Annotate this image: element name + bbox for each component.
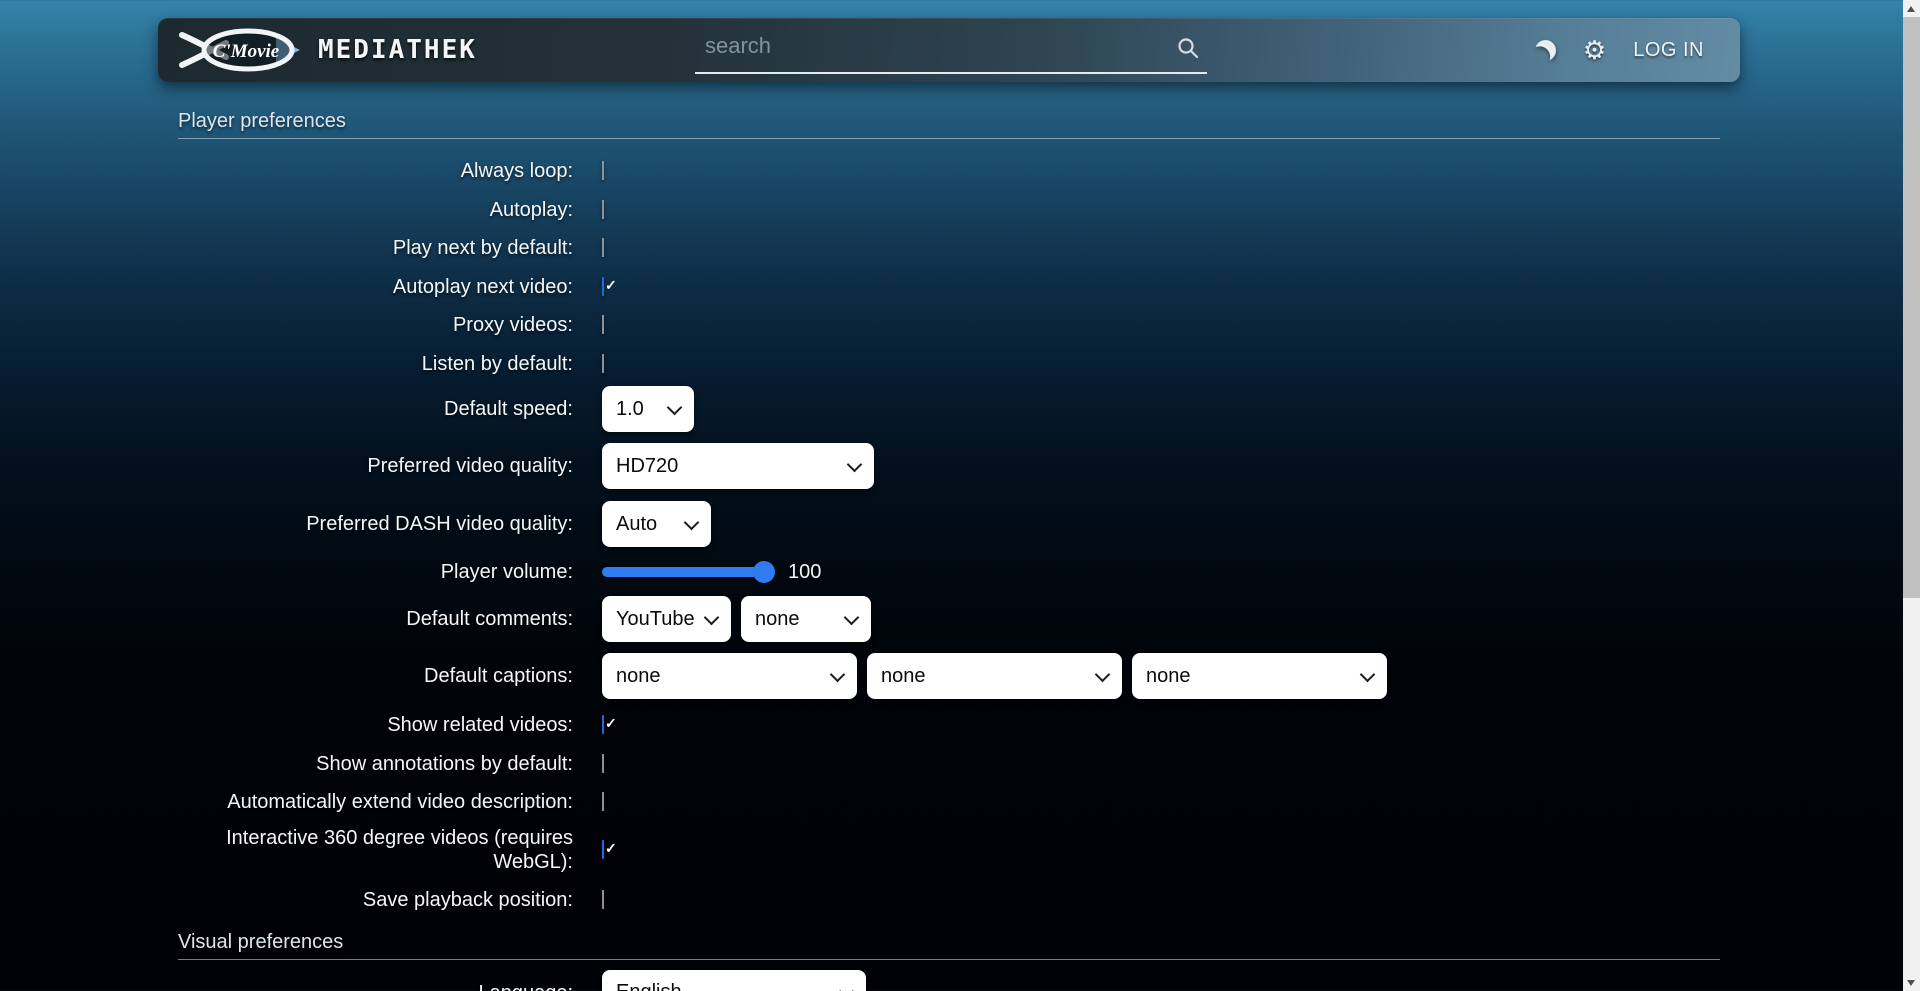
preferred-dash-quality-value: Auto [616,513,657,536]
play-next-label: Play next by default: [178,236,573,260]
save-playback-position-checkbox[interactable] [602,890,604,909]
default-comments-label: Default comments: [178,607,573,631]
row-player-volume: Player volume: 100 [178,549,1720,595]
row-preferred-dash-quality: Preferred DASH video quality: Auto [178,501,1720,547]
fish-logo-icon: C'Movie [178,26,302,74]
preferences-page: Player preferences Always loop: Autoplay… [178,110,1720,991]
default-captions-value-2: none [881,665,926,688]
default-captions-label: Default captions: [178,664,573,688]
show-annotations-checkbox[interactable] [602,754,604,773]
preferred-dash-quality-label: Preferred DASH video quality: [178,512,573,536]
autoplay-checkbox[interactable] [602,200,604,219]
scroll-up-arrow-icon [1907,6,1915,12]
login-button[interactable]: LOG IN [1633,39,1704,62]
player-volume-value: 100 [788,561,821,584]
preferred-dash-quality-select[interactable]: Auto [602,501,711,547]
row-proxy-videos: Proxy videos: [178,306,1720,345]
row-play-next: Play next by default: [178,229,1720,268]
play-next-checkbox[interactable] [602,238,604,257]
preferred-video-quality-select[interactable]: HD720 [602,443,874,489]
show-related-videos-label: Show related videos: [178,713,573,737]
preferred-video-quality-label: Preferred video quality: [178,454,573,478]
always-loop-label: Always loop: [178,159,573,183]
settings-gear-icon[interactable]: ⚙ [1583,37,1606,63]
search-icon[interactable] [1175,36,1201,62]
default-speed-select[interactable]: 1.0 [602,386,694,432]
player-volume-slider[interactable] [602,567,774,577]
show-related-videos-checkbox[interactable] [602,715,604,734]
player-volume-slider-thumb[interactable] [753,561,775,583]
app-title: MEDIATHEK [318,35,477,65]
logo-text: C'Movie [213,41,280,62]
row-default-comments: Default comments: YouTube none [178,596,1720,642]
row-language: Language: English [178,970,1720,991]
row-listen-by-default: Listen by default: [178,345,1720,384]
section-title-visual-preferences: Visual preferences [178,931,1720,960]
language-label: Language: [178,981,573,991]
default-speed-value: 1.0 [616,398,644,421]
default-speed-label: Default speed: [178,397,573,421]
row-save-playback-position: Save playback position: [178,881,1720,920]
row-default-captions: Default captions: none none none [178,653,1720,699]
row-preferred-video-quality: Preferred video quality: HD720 [178,443,1720,489]
save-playback-position-label: Save playback position: [178,888,573,912]
row-extend-description: Automatically extend video description: [178,783,1720,822]
default-comments-value-2: none [755,608,800,631]
interactive-360-label: Interactive 360 degree videos (requires … [178,826,573,874]
default-captions-select-1[interactable]: none [602,653,857,699]
row-always-loop: Always loop: [178,152,1720,191]
default-captions-value-3: none [1146,665,1191,688]
scroll-down-arrow-icon [1907,980,1915,986]
section-title-player-preferences: Player preferences [178,110,1720,139]
player-preferences-form: Always loop: Autoplay: Play next by defa… [178,152,1720,920]
search-input[interactable] [695,26,1207,74]
interactive-360-checkbox[interactable] [602,840,604,859]
dark-mode-moon-icon[interactable] [1533,38,1558,63]
listen-by-default-checkbox[interactable] [602,354,604,373]
row-default-speed: Default speed: 1.0 [178,386,1720,432]
scrollbar-thumb[interactable] [1903,17,1920,598]
header-actions: ⚙ LOG IN [1535,37,1740,63]
autoplay-label: Autoplay: [178,198,573,222]
row-show-annotations: Show annotations by default: [178,745,1720,784]
brand-logo[interactable]: C'Movie MEDIATHEK [178,26,477,74]
default-captions-select-2[interactable]: none [867,653,1122,699]
default-captions-value-1: none [616,665,661,688]
preferred-video-quality-value: HD720 [616,455,678,478]
listen-by-default-label: Listen by default: [178,352,573,376]
language-value: English [616,981,682,991]
search-bar [695,26,1207,74]
vertical-scrollbar[interactable] [1903,0,1920,991]
row-autoplay: Autoplay: [178,191,1720,230]
scrollbar-down-button[interactable] [1903,974,1920,991]
extend-description-checkbox[interactable] [602,792,604,811]
default-captions-select-3[interactable]: none [1132,653,1387,699]
proxy-videos-label: Proxy videos: [178,313,573,337]
default-comments-value-1: YouTube [616,608,695,631]
row-interactive-360: Interactive 360 degree videos (requires … [178,826,1720,874]
default-comments-select-2[interactable]: none [741,596,871,642]
language-select[interactable]: English [602,970,866,991]
always-loop-checkbox[interactable] [602,161,604,180]
extend-description-label: Automatically extend video description: [178,790,573,814]
proxy-videos-checkbox[interactable] [602,315,604,334]
autoplay-next-video-label: Autoplay next video: [178,275,573,299]
top-navbar: C'Movie MEDIATHEK ⚙ LOG IN [158,18,1740,82]
player-volume-label: Player volume: [178,560,573,584]
default-comments-select-1[interactable]: YouTube [602,596,731,642]
row-autoplay-next-video: Autoplay next video: [178,268,1720,307]
autoplay-next-video-checkbox[interactable] [602,277,604,296]
row-show-related-videos: Show related videos: [178,706,1720,745]
scrollbar-up-button[interactable] [1903,0,1920,17]
show-annotations-label: Show annotations by default: [178,752,573,776]
visual-preferences-form: Language: English [178,970,1720,991]
